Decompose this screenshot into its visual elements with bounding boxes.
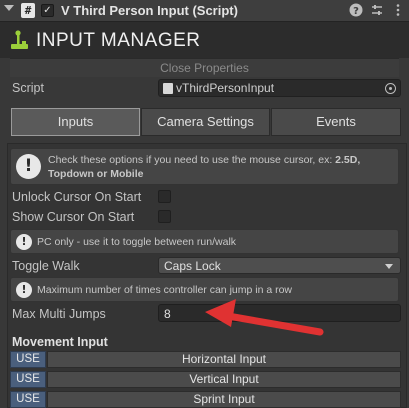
script-field-value: vThirdPersonInput: [176, 81, 275, 95]
more-icon[interactable]: [390, 3, 406, 19]
max-multi-jumps-field[interactable]: 8: [158, 304, 401, 322]
unlock-cursor-label: Unlock Cursor On Start: [12, 190, 142, 204]
jumps-help-text: Maximum number of times controller can j…: [37, 284, 293, 296]
component-enabled-checkbox[interactable]: ✓: [41, 4, 54, 17]
movement-input-title: Movement Input: [12, 335, 108, 349]
chevron-down-icon: [385, 264, 393, 269]
input-row-horizontal: USE Horizontal Input: [10, 351, 401, 368]
cursor-help-text: Check these options if you need to use t…: [48, 154, 361, 180]
toggle-walk-label: Toggle Walk: [12, 259, 80, 273]
use-toggle-button[interactable]: USE: [10, 371, 46, 388]
tab-events[interactable]: Events: [271, 108, 401, 136]
tab-inputs[interactable]: Inputs: [11, 108, 140, 136]
component-title: V Third Person Input (Script): [61, 3, 238, 18]
joystick-logo-icon: [10, 30, 30, 52]
svg-text:?: ?: [353, 6, 359, 17]
object-picker-icon[interactable]: [385, 83, 396, 94]
script-object-field[interactable]: vThirdPersonInput: [158, 79, 401, 97]
unlock-cursor-checkbox[interactable]: [158, 190, 171, 203]
script-icon: #: [21, 3, 35, 18]
sprint-input-button[interactable]: Sprint Input: [47, 391, 401, 408]
foldout-arrow-icon[interactable]: [4, 5, 14, 11]
tab-camera-settings[interactable]: Camera Settings: [141, 108, 270, 136]
help-icon[interactable]: ?: [348, 3, 364, 19]
input-row-sprint: USE Sprint Input: [10, 391, 401, 408]
presets-icon[interactable]: [369, 3, 385, 19]
use-toggle-button[interactable]: USE: [10, 391, 46, 408]
input-manager-banner: INPUT MANAGER: [0, 22, 409, 58]
toggle-walk-value: Caps Lock: [164, 259, 221, 273]
banner-title: INPUT MANAGER: [36, 30, 201, 51]
walk-help-text: PC only - use it to toggle between run/w…: [37, 236, 237, 248]
vertical-input-button[interactable]: Vertical Input: [47, 371, 401, 388]
horizontal-input-button[interactable]: Horizontal Input: [47, 351, 401, 368]
toggle-walk-dropdown[interactable]: Caps Lock: [158, 257, 401, 274]
max-multi-jumps-label: Max Multi Jumps: [12, 307, 106, 321]
close-properties-button[interactable]: Close Properties: [10, 58, 399, 77]
info-icon: !: [16, 234, 32, 250]
jumps-help-box: ! Maximum number of times controller can…: [10, 277, 399, 302]
use-toggle-button[interactable]: USE: [10, 351, 46, 368]
cursor-help-box: ! Check these options if you need to use…: [10, 148, 399, 185]
component-header: # ✓ V Third Person Input (Script) ?: [0, 0, 409, 22]
walk-help-box: ! PC only - use it to toggle between run…: [10, 229, 399, 254]
info-icon: !: [16, 154, 41, 179]
script-file-icon: [163, 83, 173, 94]
info-icon: !: [16, 282, 32, 298]
max-multi-jumps-value: 8: [164, 307, 171, 321]
show-cursor-label: Show Cursor On Start: [12, 210, 135, 224]
show-cursor-checkbox[interactable]: [158, 210, 171, 223]
input-row-vertical: USE Vertical Input: [10, 371, 401, 388]
script-label: Script: [12, 81, 44, 95]
